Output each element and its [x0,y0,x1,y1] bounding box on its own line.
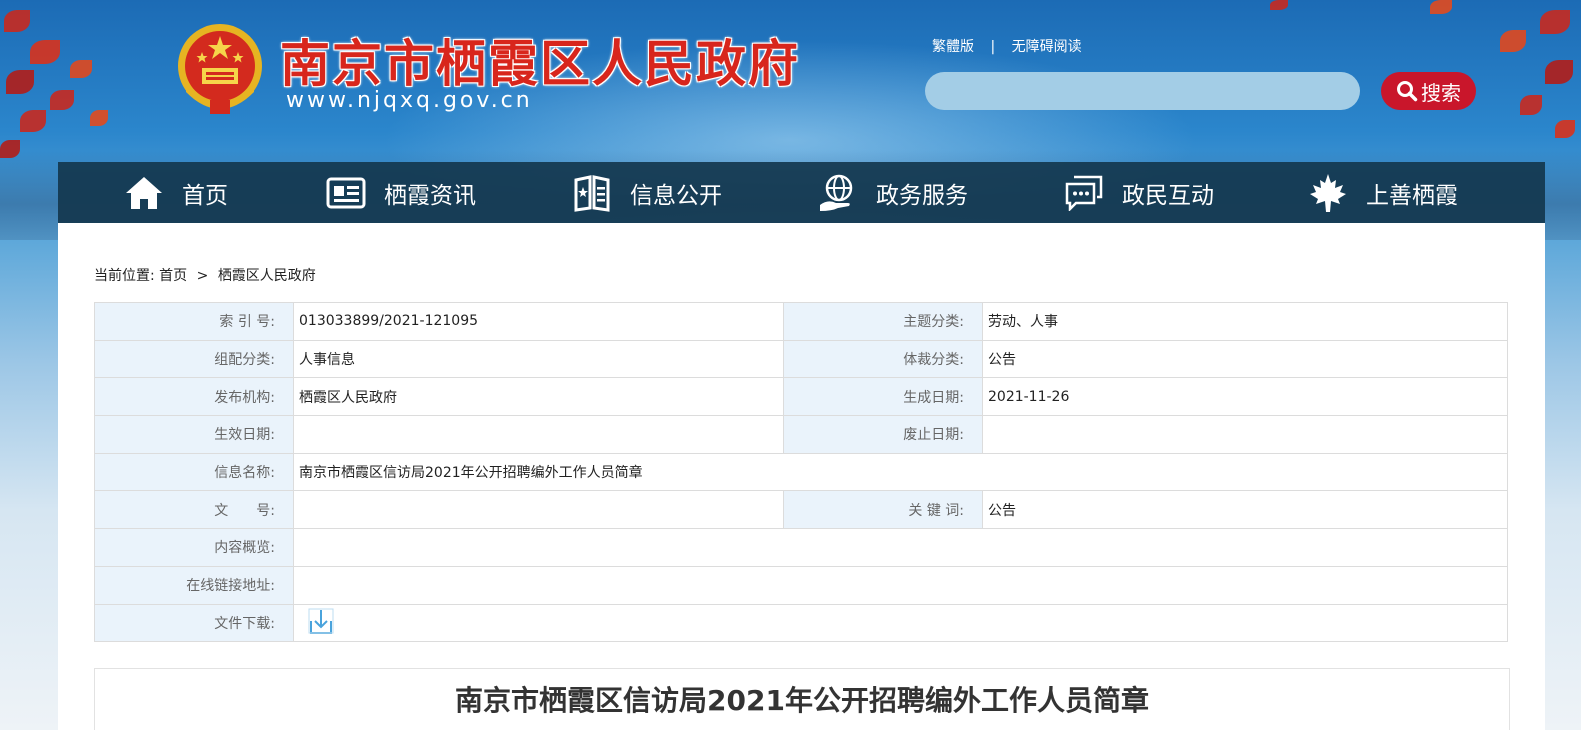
main-nav: 首页 栖霞资讯 信息公开 政务服务 政民互动 上善栖霞 [58,162,1545,223]
nav-item-shangshan-qixia[interactable]: 上善栖霞 [1308,162,1458,223]
nav-item-label: 栖霞资讯 [384,182,476,209]
table-row: 在线链接地址: [94,565,1508,605]
table-row: 发布机构: 栖霞区人民政府 生成日期: 2021-11-26 [94,377,1508,417]
effective-date-label: 生效日期: [94,415,294,454]
home-icon [124,173,164,213]
table-row: 生效日期: 废止日期: [94,415,1508,454]
main-content: 当前位置: 首页 > 栖霞区人民政府 索 引 号: 013033899/2021… [58,223,1545,730]
created-date-label: 生成日期: [783,377,983,417]
table-row: 组配分类: 人事信息 体裁分类: 公告 [94,339,1508,379]
book-icon [572,173,612,213]
genre-label: 体裁分类: [783,339,983,379]
table-row: 文件下载: [94,603,1508,643]
org-category-value: 人事信息 [293,339,784,379]
nav-item-news[interactable]: 栖霞资讯 [326,162,476,223]
expired-date-value [982,415,1508,454]
table-row: 内容概览: [94,528,1508,567]
accessibility-link[interactable]: 无障碍阅读 [1012,39,1082,55]
table-row: 文 号: 关 键 词: 公告 [94,490,1508,530]
nav-item-home[interactable]: 首页 [124,162,228,223]
publisher-value: 栖霞区人民政府 [293,377,784,417]
effective-date-value [293,415,784,454]
doc-no-label: 文 号: [94,490,294,530]
nav-item-interaction[interactable]: 政民互动 [1064,162,1214,223]
article-container: 南京市栖霞区信访局2021年公开招聘编外工作人员简章 [94,668,1510,730]
file-download-cell [293,603,1508,643]
info-name-value: 南京市栖霞区信访局2021年公开招聘编外工作人员简章 [293,452,1508,492]
breadcrumb: 当前位置: 首页 > 栖霞区人民政府 [94,265,316,285]
breadcrumb-separator: > [196,268,209,284]
keywords-value: 公告 [982,490,1508,530]
national-emblem-icon [176,22,264,116]
summary-label: 内容概览: [94,528,294,567]
traditional-chinese-link[interactable]: 繁體版 [932,39,974,55]
nav-item-label: 上善栖霞 [1366,182,1458,209]
index-no-value: 013033899/2021-121095 [293,302,784,341]
nav-item-gov-services[interactable]: 政务服务 [818,162,968,223]
publisher-label: 发布机构: [94,377,294,417]
nav-item-label: 政民互动 [1122,182,1214,209]
top-links: 繁體版 | 无障碍阅读 [932,36,1082,56]
link-separator: | [990,39,996,55]
nav-item-label: 信息公开 [630,182,722,209]
search-button[interactable]: 搜索 [1381,72,1476,110]
breadcrumb-prefix: 当前位置: [94,268,155,284]
maple-leaf-icon [1308,173,1348,213]
site-title: 南京市栖霞区人民政府 [280,34,800,93]
keywords-label: 关 键 词: [783,490,983,530]
table-row: 索 引 号: 013033899/2021-121095 主题分类: 劳动、人事 [94,302,1508,341]
doc-no-value [293,490,784,530]
site-header: 南京市栖霞区人民政府 www.njqxq.gov.cn 繁體版 | 无障碍阅读 … [0,0,1581,162]
site-url: www.njqxq.gov.cn [286,88,533,113]
genre-value: 公告 [982,339,1508,379]
table-row: 信息名称: 南京市栖霞区信访局2021年公开招聘编外工作人员简章 [94,452,1508,492]
nav-item-label: 首页 [182,182,228,209]
search-icon [1397,81,1418,102]
nav-item-info-disclosure[interactable]: 信息公开 [572,162,722,223]
topic-label: 主题分类: [783,302,983,341]
online-link-label: 在线链接地址: [94,565,294,605]
download-icon[interactable] [307,607,335,639]
file-download-label: 文件下载: [94,603,294,643]
expired-date-label: 废止日期: [783,415,983,454]
online-link-value [293,565,1508,605]
article-title: 南京市栖霞区信访局2021年公开招聘编外工作人员简章 [455,684,1149,717]
document-metadata-table: 索 引 号: 013033899/2021-121095 主题分类: 劳动、人事… [94,302,1508,643]
breadcrumb-home-link[interactable]: 首页 [159,268,187,284]
news-icon [326,173,366,213]
info-name-label: 信息名称: [94,452,294,492]
created-date-value: 2021-11-26 [982,377,1508,417]
org-category-label: 组配分类: [94,339,294,379]
breadcrumb-current-link[interactable]: 栖霞区人民政府 [218,268,316,284]
index-no-label: 索 引 号: [94,302,294,341]
chat-icon [1064,173,1104,213]
topic-value: 劳动、人事 [982,302,1508,341]
summary-value [293,528,1508,567]
search-input[interactable] [925,72,1360,110]
globe-hand-icon [818,173,858,213]
nav-item-label: 政务服务 [876,182,968,209]
search-button-label: 搜索 [1421,82,1461,105]
